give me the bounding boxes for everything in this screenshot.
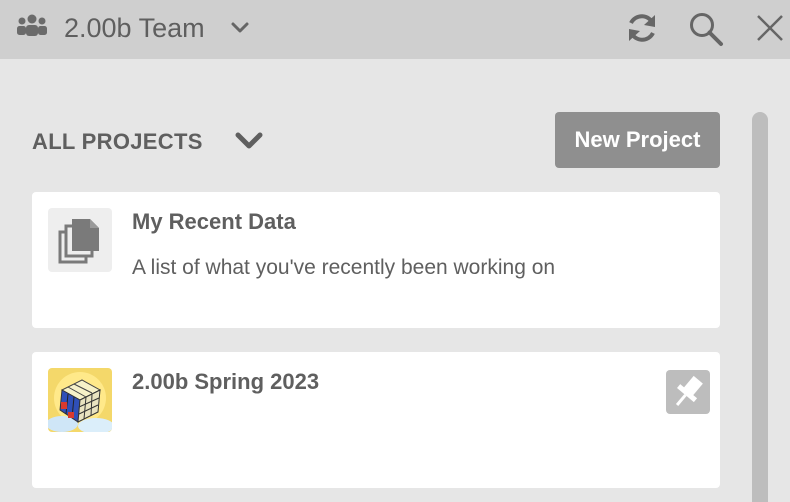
- top-bar: 2.00b Team: [0, 0, 790, 59]
- rubiks-cube-image: [48, 368, 112, 432]
- close-icon[interactable]: [754, 12, 786, 44]
- chevron-down-icon[interactable]: [230, 19, 250, 37]
- team-icon[interactable]: [16, 13, 48, 39]
- pin-icon[interactable]: [666, 370, 710, 414]
- project-card-spring-2023[interactable]: 2.00b Spring 2023: [32, 352, 720, 488]
- new-project-button[interactable]: New Project: [555, 112, 720, 168]
- project-title: 2.00b Spring 2023: [132, 369, 320, 394]
- project-card-recent-data[interactable]: My Recent Data A list of what you've rec…: [32, 192, 720, 328]
- chevron-down-icon[interactable]: [234, 131, 264, 151]
- all-projects-filter[interactable]: ALL PROJECTS: [32, 129, 203, 155]
- documents-icon: [48, 208, 112, 272]
- team-name[interactable]: 2.00b Team: [64, 13, 205, 43]
- scrollbar[interactable]: [752, 112, 768, 502]
- refresh-icon[interactable]: [624, 11, 660, 45]
- search-icon[interactable]: [688, 11, 724, 47]
- project-description: A list of what you've recently been work…: [132, 256, 556, 279]
- project-title: My Recent Data: [132, 209, 296, 234]
